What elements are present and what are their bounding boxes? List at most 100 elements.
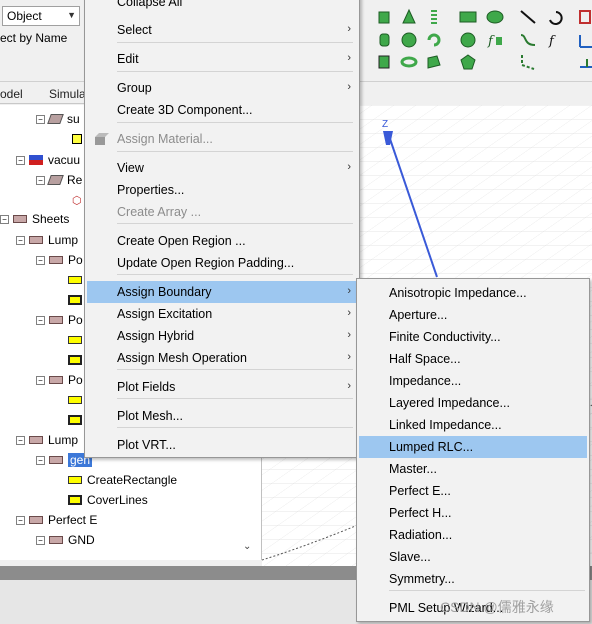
menu-item-plot-mesh[interactable]: Plot Mesh... [87,405,357,427]
menu-item-label: Linked Impedance... [389,418,502,432]
menu-item-properties[interactable]: Properties... [87,179,357,201]
collapse-icon[interactable]: − [36,114,45,124]
menu-item-assign-material: Assign Material... [87,128,357,150]
circle-draw-icon[interactable] [459,31,477,49]
menu-item-view[interactable]: View › [87,157,357,179]
sheet-icon [29,436,43,444]
collapse-icon[interactable]: − [0,214,9,224]
menu-item-create-open-region[interactable]: Create Open Region ... [87,230,357,252]
collapse-icon[interactable]: − [16,435,25,445]
polygon-draw-icon[interactable] [459,53,477,71]
menu-item-select[interactable]: Select › [87,19,357,41]
boundary-option-symmetry[interactable]: Symmetry... [359,568,587,590]
menu-item-label: Assign Excitation [117,307,213,321]
tree-item[interactable]: CoverLines [68,490,148,510]
menu-item-plot-vrt[interactable]: Plot VRT... [87,434,357,456]
menu-item-assign-excitation[interactable]: Assign Excitation › [87,303,357,325]
rectangle-op-icon [68,276,82,284]
collapse-icon[interactable]: − [36,455,45,465]
chevron-right-icon: › [347,285,351,297]
spiral-draw-icon[interactable] [425,31,443,49]
boundary-option-aperture[interactable]: Aperture... [359,304,587,326]
tree-item[interactable]: CreateRectangle [68,470,177,490]
boundary-option-lumped-rlc[interactable]: Lumped RLC... [359,436,587,458]
menu-item-label: Perfect H... [389,506,452,520]
equation-curve-icon[interactable]: f [546,31,564,49]
menu-item-label: Assign Boundary [117,285,212,299]
menu-item-edit[interactable]: Edit › [87,48,357,70]
tree-item[interactable]: − vacuu [16,150,80,170]
boundary-option-master[interactable]: Master... [359,458,587,480]
tab-model[interactable]: odel [0,87,23,101]
boundary-option-slave[interactable]: Slave... [359,546,587,568]
line-draw-icon[interactable] [519,8,537,26]
menu-item-update-open-region-padding[interactable]: Update Open Region Padding... [87,252,357,274]
chevron-right-icon: › [347,23,351,35]
torus-draw-icon[interactable] [400,53,418,71]
boundary-option-perfect-h[interactable]: Perfect H... [359,502,587,524]
equation-surface-icon[interactable]: f [486,31,504,49]
tree-item-sheets[interactable]: − Sheets [0,209,69,229]
boundary-option-impedance[interactable]: Impedance... [359,370,587,392]
rectangle-op-icon [68,476,82,484]
bondwire-draw-icon[interactable] [375,53,393,71]
menu-item-plot-fields[interactable]: Plot Fields › [87,376,357,398]
menu-item-collapse-all[interactable]: Collapse All [87,0,357,13]
sphere-draw-icon[interactable] [400,31,418,49]
cone-draw-icon[interactable] [400,8,418,26]
collapse-icon[interactable]: − [36,175,45,185]
menu-item-group[interactable]: Group › [87,77,357,99]
measure-icon[interactable] [578,8,592,26]
boundary-option-linked-impedance[interactable]: Linked Impedance... [359,414,587,436]
sheet-icon [49,456,63,464]
rectangle-draw-icon[interactable] [459,8,477,26]
polyline-draw-icon[interactable] [519,53,537,71]
coordinate-system-icon[interactable] [578,31,592,49]
tree-item[interactable]: − Po [36,370,83,390]
tree-item[interactable]: − Lump [16,230,78,250]
menu-item-create-array: Create Array ... [87,201,357,223]
tree-item[interactable]: − Lump [16,430,78,450]
sheet-icon [49,316,63,324]
menu-item-label: Create Array ... [117,205,202,219]
tree-item[interactable]: − Re [36,170,82,190]
spline-draw-icon[interactable] [519,31,537,49]
scroll-down-icon[interactable]: ⌄ [243,541,251,552]
select-by-name-link[interactable]: ect by Name [0,31,67,45]
collapse-icon[interactable]: − [36,315,45,325]
boundary-option-layered-impedance[interactable]: Layered Impedance... [359,392,587,414]
collapse-icon[interactable]: − [16,515,25,525]
box-draw-icon[interactable] [375,8,393,26]
chevron-right-icon: › [347,52,351,64]
arc-draw-icon[interactable] [546,8,564,26]
menu-item-create-3d-component[interactable]: Create 3D Component... [87,99,357,121]
collapse-icon[interactable]: − [36,535,45,545]
menu-item-label: Create 3D Component... [117,103,253,117]
tree-item[interactable]: − su [36,109,80,129]
boundary-option-finite-conductivity[interactable]: Finite Conductivity... [359,326,587,348]
helix-draw-icon[interactable] [425,8,443,26]
collapse-icon[interactable]: − [36,375,45,385]
material-icon [29,155,43,165]
boundary-option-radiation[interactable]: Radiation... [359,524,587,546]
menu-item-assign-mesh-operation[interactable]: Assign Mesh Operation › [87,347,357,369]
plane-icon[interactable] [578,53,592,71]
ellipse-draw-icon[interactable] [486,8,504,26]
tree-item[interactable]: − Po [36,250,83,270]
collapse-icon[interactable]: − [16,235,25,245]
polyhedron-draw-icon[interactable] [425,53,443,71]
collapse-icon[interactable]: − [16,155,25,165]
object-type-combo[interactable]: Object ▼ [2,6,80,26]
menu-item-assign-hybrid[interactable]: Assign Hybrid › [87,325,357,347]
collapse-icon[interactable]: − [36,255,45,265]
cylinder-draw-icon[interactable] [375,31,393,49]
boundary-option-anisotropic-impedance[interactable]: Anisotropic Impedance... [359,282,587,304]
tree-item[interactable]: − GND [36,530,95,550]
tree-item[interactable]: − Perfect E [16,510,97,530]
tab-simulation[interactable]: Simula [49,87,86,101]
boundary-option-perfect-e[interactable]: Perfect E... [359,480,587,502]
boundary-option-half-space[interactable]: Half Space... [359,348,587,370]
menu-separator [117,427,353,428]
tree-item[interactable]: − Po [36,310,83,330]
menu-item-assign-boundary[interactable]: Assign Boundary › [87,281,357,303]
